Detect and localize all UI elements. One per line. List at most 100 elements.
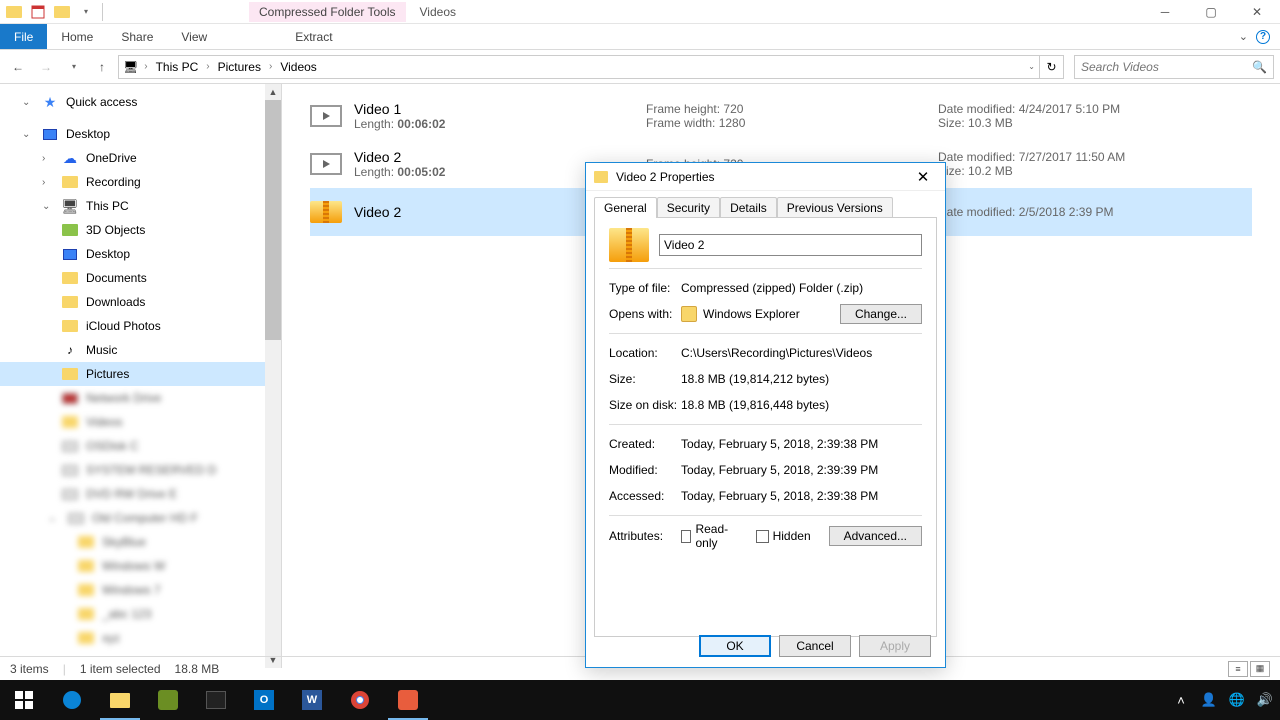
sidebar-item[interactable]: iCloud Photos — [0, 314, 281, 338]
search-box[interactable]: 🔍 — [1074, 55, 1274, 79]
sidebar-item-label: Downloads — [86, 295, 145, 309]
dialog-close-button[interactable]: ✕ — [909, 165, 937, 189]
dialog-titlebar[interactable]: Video 2 Properties ✕ — [586, 163, 945, 191]
folder-icon — [62, 366, 78, 382]
tab-home[interactable]: Home — [47, 24, 107, 49]
readonly-checkbox[interactable]: Read-only — [681, 522, 738, 550]
taskbar-store[interactable] — [192, 680, 240, 720]
cancel-button[interactable]: Cancel — [779, 635, 851, 657]
expand-icon[interactable]: › — [42, 177, 54, 188]
search-input[interactable] — [1081, 60, 1248, 74]
sidebar-item-hidden[interactable]: _abc 123 — [0, 602, 281, 626]
qat-customize-icon[interactable]: ▾ — [76, 2, 96, 22]
sidebar-item-hidden[interactable]: SYSTEM RESERVED D — [0, 458, 281, 482]
tab-share[interactable]: Share — [107, 24, 167, 49]
taskbar-outlook[interactable]: O — [240, 680, 288, 720]
sidebar-item-hidden[interactable]: OSDisk C — [0, 434, 281, 458]
scroll-up-icon[interactable]: ▲ — [265, 84, 281, 100]
folder-icon[interactable] — [4, 2, 24, 22]
taskbar-edge[interactable] — [48, 680, 96, 720]
sidebar-item-hidden[interactable]: DVD RW Drive E — [0, 482, 281, 506]
cloud-icon: ☁ — [62, 150, 78, 166]
file-tab[interactable]: File — [0, 24, 47, 49]
hidden-checkbox[interactable]: Hidden — [756, 529, 811, 543]
maximize-button[interactable]: ▢ — [1188, 0, 1234, 24]
tray-people-icon[interactable]: 👤 — [1200, 691, 1218, 709]
advanced-button[interactable]: Advanced... — [829, 526, 922, 546]
drive-icon — [68, 510, 84, 526]
properties-qat-icon[interactable] — [28, 2, 48, 22]
crumb-thispc[interactable]: This PC — [154, 60, 201, 74]
sidebar-item-hidden[interactable]: Windows W — [0, 554, 281, 578]
expand-icon[interactable]: ⌄ — [22, 129, 34, 140]
sidebar-item-hidden[interactable]: Videos — [0, 410, 281, 434]
icons-view-button[interactable]: ▦ — [1250, 661, 1270, 677]
tray-overflow-icon[interactable]: ˄ — [1172, 691, 1190, 709]
sidebar-item-hidden[interactable]: SkyBlue — [0, 530, 281, 554]
sidebar-item[interactable]: 3D Objects — [0, 218, 281, 242]
sidebar-item-hidden[interactable]: xyz — [0, 626, 281, 650]
recent-locations-icon[interactable]: ▾ — [62, 55, 86, 79]
expand-icon[interactable]: ⌄ — [42, 201, 54, 212]
scroll-thumb[interactable] — [265, 100, 281, 340]
taskbar-chrome[interactable] — [336, 680, 384, 720]
close-button[interactable]: ✕ — [1234, 0, 1280, 24]
sidebar-item-pictures[interactable]: Pictures — [0, 362, 281, 386]
crumb-videos[interactable]: Videos — [278, 60, 318, 74]
taskbar-app[interactable] — [144, 680, 192, 720]
start-button[interactable] — [0, 680, 48, 720]
sidebar-desktop[interactable]: ⌄ Desktop — [0, 122, 281, 146]
details-view-button[interactable]: ≡ — [1228, 661, 1248, 677]
sidebar-item[interactable]: ♪Music — [0, 338, 281, 362]
sidebar-thispc[interactable]: ⌄ 🖥 This PC — [0, 194, 281, 218]
sidebar-item-hidden[interactable]: Network Drive — [0, 386, 281, 410]
file-row[interactable]: Video 1 Length: 00:06:02 Frame height: 7… — [310, 92, 1252, 140]
sidebar-scrollbar[interactable]: ▲ ▼ — [265, 84, 281, 668]
change-button[interactable]: Change... — [840, 304, 922, 324]
tray-network-icon[interactable]: 🌐 — [1228, 691, 1246, 709]
sidebar-item[interactable]: Downloads — [0, 290, 281, 314]
forward-button[interactable]: → — [34, 55, 58, 79]
search-icon[interactable]: 🔍 — [1252, 60, 1267, 74]
user-folder-icon — [62, 174, 78, 190]
address-bar[interactable]: 🖥 › This PC › Pictures › Videos ⌄ — [118, 55, 1040, 79]
sidebar-recording[interactable]: › Recording — [0, 170, 281, 194]
apply-button[interactable]: Apply — [859, 635, 931, 657]
sidebar-item-hidden[interactable]: Windows 7 — [0, 578, 281, 602]
sidebar-quick-access[interactable]: ⌄ ★ Quick access — [0, 90, 281, 114]
help-icon[interactable]: ? — [1256, 30, 1270, 44]
tab-extract[interactable]: Extract — [281, 24, 346, 49]
chevron-right-icon[interactable]: › — [267, 61, 274, 72]
address-dropdown-icon[interactable]: ⌄ — [1028, 62, 1035, 71]
crumb-pictures[interactable]: Pictures — [216, 60, 263, 74]
taskbar-camtasia[interactable] — [384, 680, 432, 720]
tab-view[interactable]: View — [167, 24, 221, 49]
chevron-right-icon[interactable]: › — [142, 61, 149, 72]
minimize-button[interactable]: ─ — [1142, 0, 1188, 24]
chevron-right-icon[interactable]: › — [204, 61, 211, 72]
up-button[interactable]: ↑ — [90, 55, 114, 79]
filename-input[interactable] — [659, 234, 922, 256]
type-of-file: Compressed (zipped) Folder (.zip) — [681, 281, 922, 295]
ok-button[interactable]: OK — [699, 635, 771, 657]
tab-security[interactable]: Security — [657, 197, 720, 218]
music-icon: ♪ — [62, 342, 78, 358]
sidebar-onedrive[interactable]: › ☁ OneDrive — [0, 146, 281, 170]
refresh-button[interactable]: ↻ — [1040, 55, 1064, 79]
ribbon-expand-icon[interactable]: ⌄ — [1239, 30, 1248, 43]
tab-previous-versions[interactable]: Previous Versions — [777, 197, 893, 218]
tab-details[interactable]: Details — [720, 197, 777, 218]
taskbar-word[interactable]: W — [288, 680, 336, 720]
tab-general[interactable]: General — [594, 197, 657, 218]
back-button[interactable]: ← — [6, 55, 30, 79]
sidebar-item[interactable]: Documents — [0, 266, 281, 290]
expand-icon[interactable]: › — [42, 153, 54, 164]
video-icon — [310, 105, 342, 127]
sidebar-item-hidden[interactable]: ⌄Old Computer HD F — [0, 506, 281, 530]
new-folder-qat-icon[interactable] — [52, 2, 72, 22]
system-tray: ˄ 👤 🌐 🔊 — [1166, 691, 1280, 709]
sidebar-item[interactable]: Desktop — [0, 242, 281, 266]
tray-volume-icon[interactable]: 🔊 — [1256, 691, 1274, 709]
expand-icon[interactable]: ⌄ — [22, 97, 34, 108]
taskbar-explorer[interactable] — [96, 680, 144, 720]
